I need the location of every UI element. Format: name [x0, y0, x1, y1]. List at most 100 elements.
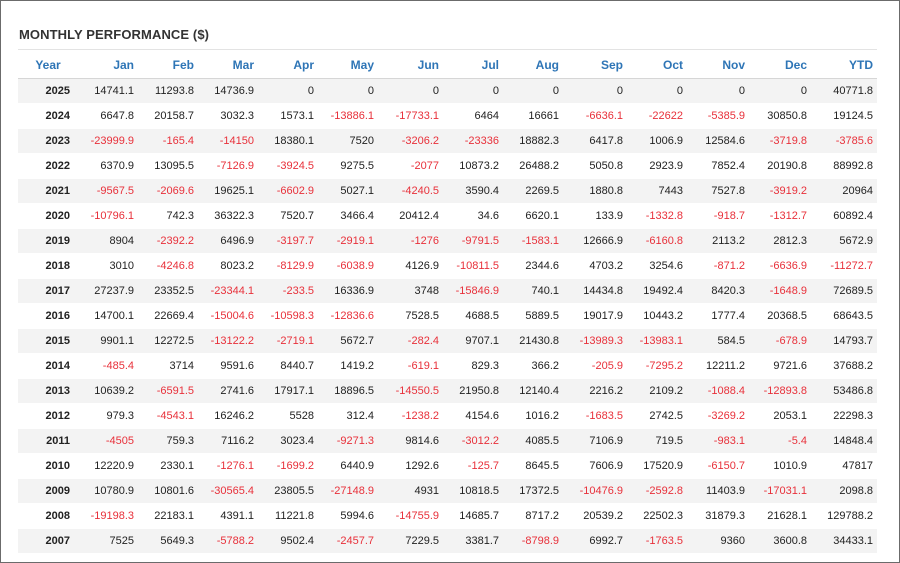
- month-value-cell: 5649.3: [138, 528, 198, 554]
- month-value-cell: 20412.4: [378, 203, 443, 229]
- month-value-cell: -8798.9: [503, 528, 563, 554]
- month-value-cell: 584.5: [687, 328, 749, 354]
- month-value-cell: 17372.5: [503, 478, 563, 504]
- month-value-cell: -619.1: [378, 353, 443, 379]
- month-value-cell: 20539.2: [563, 503, 627, 529]
- month-value-cell: 8645.5: [503, 453, 563, 479]
- column-header-sep[interactable]: Sep: [563, 52, 627, 79]
- month-value-cell: -10476.9: [563, 478, 627, 504]
- month-value-cell: -4505: [78, 428, 138, 454]
- month-value-cell: 6620.1: [503, 203, 563, 229]
- month-value-cell: 6370.9: [78, 153, 138, 179]
- column-header-dec[interactable]: Dec: [749, 52, 811, 79]
- table-row: 2020 -10796.1 742.3 36322.3 7520.7 3466.4 2041…: [18, 203, 877, 229]
- month-value-cell: 22183.1: [138, 503, 198, 529]
- month-value-cell: 3032.3: [198, 103, 258, 129]
- month-value-cell: 0: [627, 78, 687, 104]
- month-value-cell: -3269.2: [687, 403, 749, 429]
- column-header-jan[interactable]: Jan: [78, 52, 138, 79]
- column-header-feb[interactable]: Feb: [138, 52, 198, 79]
- month-value-cell: 979.3: [78, 403, 138, 429]
- table-row: 2008 -19198.3 22183.1 4391.1 11221.8 5994.6 -1…: [18, 503, 877, 529]
- month-value-cell: 10818.5: [443, 478, 503, 504]
- month-value-cell: 6464: [443, 103, 503, 129]
- ytd-cell: 20964: [811, 178, 877, 204]
- month-value-cell: 23805.5: [258, 478, 318, 504]
- ytd-cell: 14793.7: [811, 328, 877, 354]
- month-value-cell: 9721.6: [749, 353, 811, 379]
- table-row: 2010 12220.9 2330.1 -1276.1 -1699.2 6440.9 129…: [18, 453, 877, 479]
- month-value-cell: 742.3: [138, 203, 198, 229]
- ytd-cell: 14848.4: [811, 428, 877, 454]
- month-value-cell: 1777.4: [687, 303, 749, 329]
- month-value-cell: 1292.6: [378, 453, 443, 479]
- month-value-cell: 13095.5: [138, 153, 198, 179]
- year-cell: 2015: [18, 328, 78, 354]
- month-value-cell: 6496.9: [198, 228, 258, 254]
- column-header-jun[interactable]: Jun: [378, 52, 443, 79]
- month-value-cell: -23999.9: [78, 128, 138, 154]
- month-value-cell: 17520.9: [627, 453, 687, 479]
- month-value-cell: 0: [503, 78, 563, 104]
- month-value-cell: 2923.9: [627, 153, 687, 179]
- month-value-cell: 7116.2: [198, 428, 258, 454]
- month-value-cell: 0: [318, 78, 378, 104]
- month-value-cell: 759.3: [138, 428, 198, 454]
- month-value-cell: -5788.2: [198, 528, 258, 554]
- month-value-cell: 18896.5: [318, 378, 378, 404]
- ytd-cell: 53486.8: [811, 378, 877, 404]
- month-value-cell: 829.3: [443, 353, 503, 379]
- month-value-cell: 7443: [627, 178, 687, 204]
- year-cell: 2012: [18, 403, 78, 429]
- month-value-cell: 14700.1: [78, 303, 138, 329]
- month-value-cell: -3012.2: [443, 428, 503, 454]
- month-value-cell: 19017.9: [563, 303, 627, 329]
- year-cell: 2014: [18, 353, 78, 379]
- column-header-oct[interactable]: Oct: [627, 52, 687, 79]
- month-value-cell: -6591.5: [138, 378, 198, 404]
- ytd-cell: 68643.5: [811, 303, 877, 329]
- month-value-cell: -9567.5: [78, 178, 138, 204]
- month-value-cell: 21628.1: [749, 503, 811, 529]
- ytd-cell: 19124.5: [811, 103, 877, 129]
- month-value-cell: 3010: [78, 253, 138, 279]
- month-value-cell: 6440.9: [318, 453, 378, 479]
- month-value-cell: 0: [443, 78, 503, 104]
- month-value-cell: 5994.6: [318, 503, 378, 529]
- monthly-performance-table: Year Jan Feb Mar Apr May Jun Jul Aug Sep Oct Nov Dec…: [18, 52, 877, 554]
- month-value-cell: 23352.5: [138, 278, 198, 304]
- month-value-cell: -7295.2: [627, 353, 687, 379]
- month-value-cell: 7606.9: [563, 453, 627, 479]
- month-value-cell: 19625.1: [198, 178, 258, 204]
- month-value-cell: 8023.2: [198, 253, 258, 279]
- month-value-cell: 5050.8: [563, 153, 627, 179]
- month-value-cell: 3600.8: [749, 528, 811, 554]
- month-value-cell: -7126.9: [198, 153, 258, 179]
- table-row: 2018 3010 -4246.8 8023.2 -8129.9 -6038.9 4126.…: [18, 253, 877, 279]
- month-value-cell: 2812.3: [749, 228, 811, 254]
- year-cell: 2008: [18, 503, 78, 529]
- month-value-cell: -13983.1: [627, 328, 687, 354]
- month-value-cell: -5385.9: [687, 103, 749, 129]
- column-header-aug[interactable]: Aug: [503, 52, 563, 79]
- month-value-cell: 27237.9: [78, 278, 138, 304]
- year-cell: 2023: [18, 128, 78, 154]
- month-value-cell: 34.6: [443, 203, 503, 229]
- column-header-apr[interactable]: Apr: [258, 52, 318, 79]
- month-value-cell: -30565.4: [198, 478, 258, 504]
- column-header-ytd[interactable]: YTD: [811, 52, 877, 79]
- month-value-cell: 6992.7: [563, 528, 627, 554]
- month-value-cell: 22669.4: [138, 303, 198, 329]
- column-header-jul[interactable]: Jul: [443, 52, 503, 79]
- month-value-cell: 2330.1: [138, 453, 198, 479]
- column-header-mar[interactable]: Mar: [198, 52, 258, 79]
- month-value-cell: 14736.9: [198, 78, 258, 104]
- month-value-cell: 12220.9: [78, 453, 138, 479]
- month-value-cell: 12666.9: [563, 228, 627, 254]
- column-header-year[interactable]: Year: [18, 52, 78, 79]
- year-cell: 2018: [18, 253, 78, 279]
- column-header-nov[interactable]: Nov: [687, 52, 749, 79]
- month-value-cell: -19198.3: [78, 503, 138, 529]
- table-row: 2023 -23999.9 -165.4 -14150 18380.1 7520 -3206…: [18, 128, 877, 154]
- column-header-may[interactable]: May: [318, 52, 378, 79]
